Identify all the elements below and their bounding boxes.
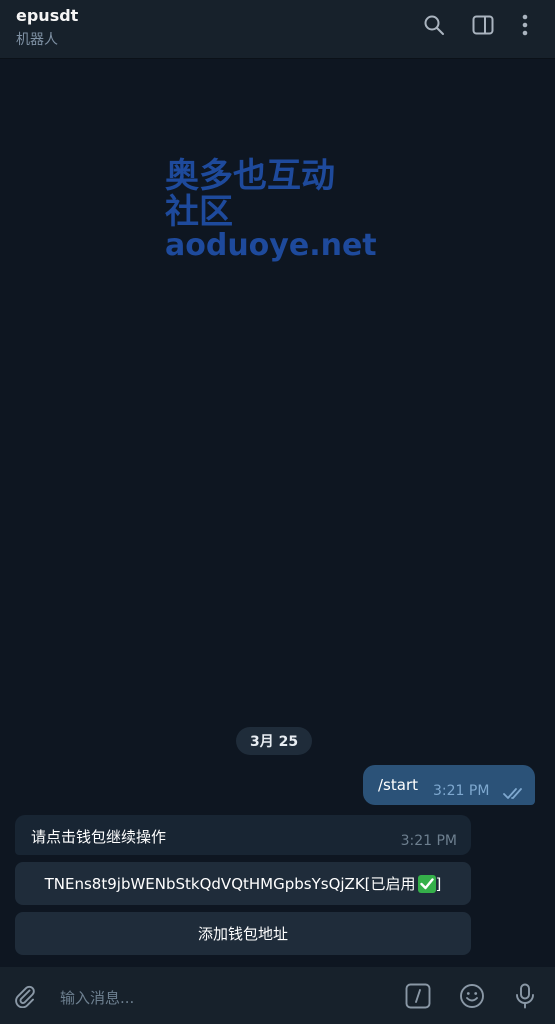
attach-icon[interactable] — [11, 982, 39, 1010]
message-text: /start — [378, 776, 418, 794]
bot-commands-icon[interactable] — [404, 982, 432, 1010]
wallet-address-button[interactable]: TNEns8t9jbWENbStkQdVQtHMGpbsYsQjZK[已启用 ] — [15, 862, 471, 905]
read-checkmarks-icon — [503, 785, 525, 804]
check-mark-icon — [417, 874, 436, 893]
watermark: 奥多也互动社区 aoduoye.net — [165, 156, 377, 264]
search-icon[interactable] — [421, 12, 447, 38]
bracket-close: ] — [435, 874, 442, 893]
message-time: 3:21 PM — [433, 783, 490, 799]
add-wallet-button[interactable]: 添加钱包地址 — [15, 912, 471, 955]
more-vertical-icon[interactable] — [512, 12, 538, 38]
message-text: 请点击钱包继续操作 — [31, 828, 167, 846]
add-wallet-label: 添加钱包地址 — [197, 925, 288, 943]
chat-header: epusdt 机器人 — [0, 0, 555, 59]
chat-subtitle: 机器人 — [16, 32, 58, 48]
composer-bar: 输入消息... — [0, 967, 555, 1024]
incoming-message[interactable]: 请点击钱包继续操作 3:21 PM — [15, 815, 471, 855]
microphone-icon[interactable] — [511, 982, 539, 1010]
message-time: 3:21 PM — [400, 833, 457, 849]
message-input[interactable]: 输入消息... — [60, 987, 134, 1008]
chat-title[interactable]: epusdt — [16, 6, 78, 25]
sidebar-toggle-icon[interactable] — [470, 12, 496, 38]
outgoing-message[interactable]: /start 3:21 PM — [363, 765, 535, 805]
watermark-line-1: 奥多也互动社区 — [165, 156, 335, 232]
watermark-line-2: aoduoye.net — [165, 228, 377, 264]
emoji-icon[interactable] — [458, 982, 486, 1010]
date-separator: 3月 25 — [236, 727, 313, 755]
message-area[interactable]: 奥多也互动社区 aoduoye.net 3月 25 /start 3:21 PM… — [0, 59, 555, 967]
wallet-address-label: TNEns8t9jbWENbStkQdVQtHMGpbsYsQjZK[已启用 — [44, 875, 416, 893]
